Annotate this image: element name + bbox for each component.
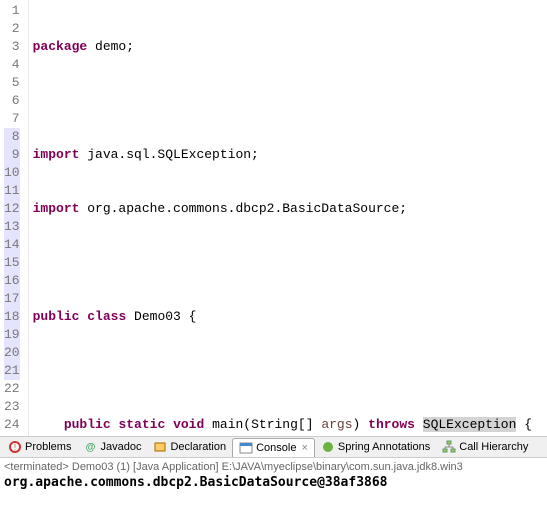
view-tabs: !Problems @Javadoc Declaration Console× …: [0, 436, 547, 458]
problems-icon: !: [8, 440, 22, 454]
tab-call-hierarchy[interactable]: Call Hierarchy: [436, 438, 534, 456]
code-line: import org.apache.commons.dbcp2.BasicDat…: [33, 200, 547, 218]
hierarchy-icon: [442, 440, 456, 454]
code-area[interactable]: package demo; import java.sql.SQLExcepti…: [29, 0, 547, 436]
code-line: [33, 254, 547, 272]
tab-console[interactable]: Console ×: [232, 438, 315, 458]
code-line: import java.sql.SQLException;: [33, 146, 547, 164]
code-line: [33, 362, 547, 380]
close-icon[interactable]: ×: [301, 442, 307, 454]
tab-label: Console: [256, 442, 296, 454]
tab-label: Call Hierarchy: [459, 441, 528, 453]
code-editor[interactable]: 123456789101112131415161718192021222324 …: [0, 0, 547, 436]
tab-label: Problems: [25, 441, 71, 453]
declaration-icon: [153, 440, 167, 454]
console-panel: <terminated> Demo03 (1) [Java Applicatio…: [0, 458, 547, 493]
tab-spring[interactable]: Spring Annotations: [315, 438, 436, 456]
svg-text:!: !: [14, 443, 16, 452]
spring-icon: [321, 440, 335, 454]
console-status: <terminated> Demo03 (1) [Java Applicatio…: [4, 461, 543, 473]
tab-declaration[interactable]: Declaration: [147, 438, 232, 456]
tab-label: Declaration: [170, 441, 226, 453]
tab-javadoc[interactable]: @Javadoc: [77, 438, 147, 456]
tab-label: Spring Annotations: [338, 441, 430, 453]
console-icon: [239, 441, 253, 455]
code-line: public class Demo03 {: [33, 308, 547, 326]
tab-problems[interactable]: ! Problems: [2, 438, 77, 456]
line-gutter: 123456789101112131415161718192021222324: [0, 0, 29, 436]
code-line: public static void main(String[] args) t…: [33, 416, 547, 434]
console-output: org.apache.commons.dbcp2.BasicDataSource…: [4, 475, 543, 490]
javadoc-icon: @: [83, 440, 97, 454]
code-line: [33, 92, 547, 110]
code-line: package demo;: [33, 38, 547, 56]
tab-label: Javadoc: [100, 441, 141, 453]
